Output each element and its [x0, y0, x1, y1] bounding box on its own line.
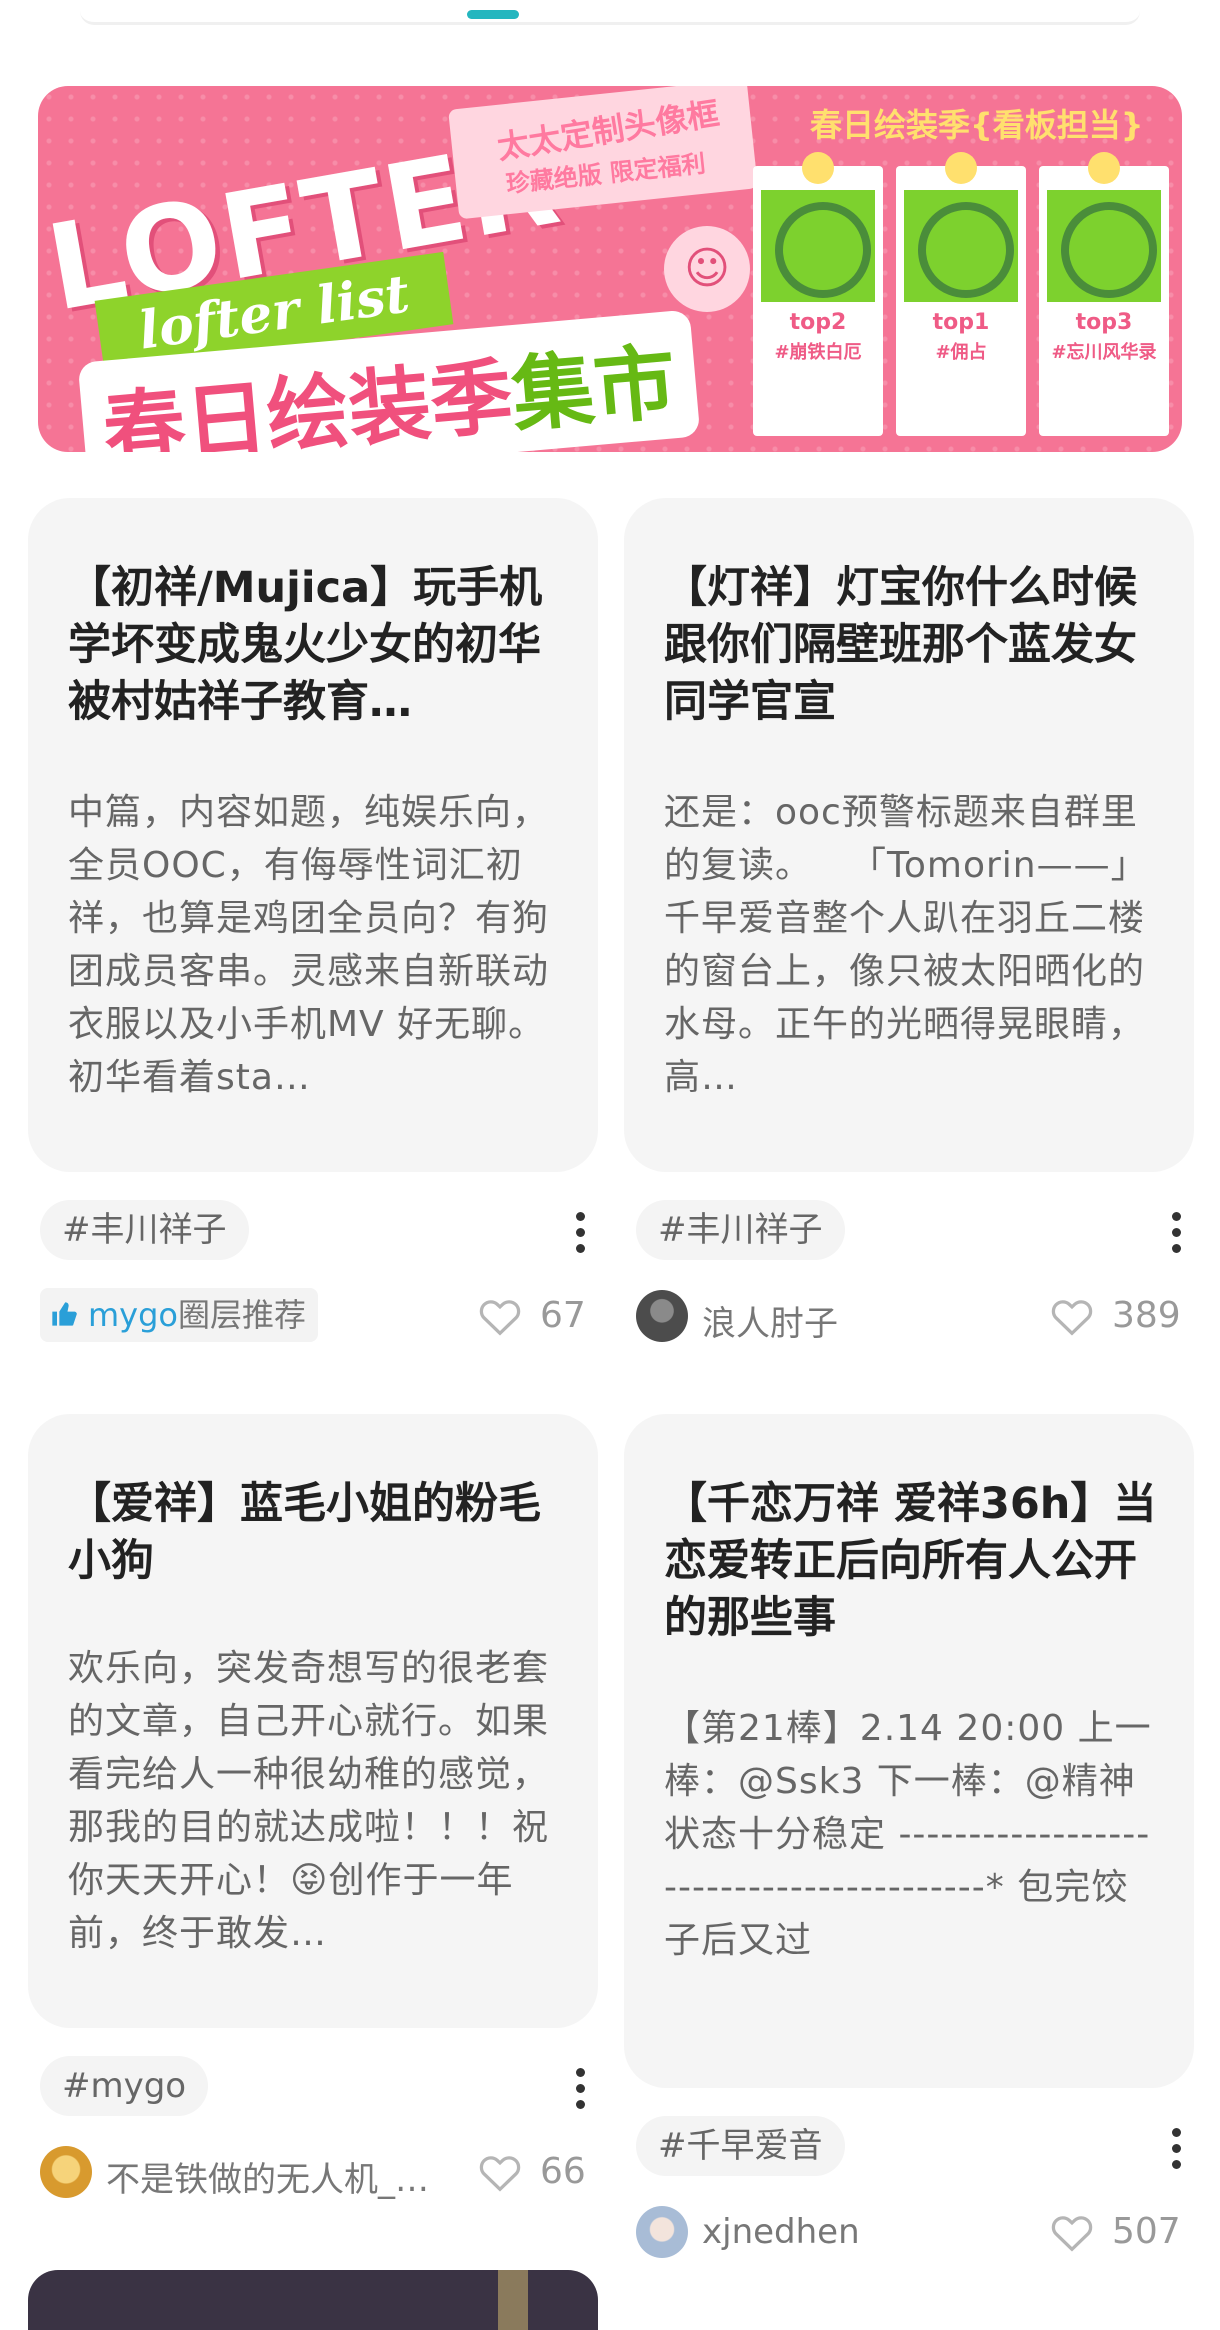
post-excerpt: 【第21棒】2.14 20:00 上一棒：@Ssk3 下一棒：@精神状态十分稳定…: [664, 1708, 1152, 1961]
pin-icon: [945, 152, 977, 184]
like-button[interactable]: 67: [478, 1288, 598, 1344]
recommend-badge: mygo圈层推荐: [40, 1288, 319, 1342]
avatar-frame-image: [761, 190, 875, 302]
banner-market-title-green: 集市: [508, 335, 680, 445]
frame-credit: @段首缩进2字符少侠: [1043, 388, 1165, 420]
like-button[interactable]: 389: [1050, 1288, 1200, 1344]
post-excerpt: 欢乐向，突发奇想写的很老套的文章，自己开心就行。如果看完给人一种很幼稚的感觉，那…: [68, 1648, 550, 1954]
author-row[interactable]: 浪人肘子: [636, 1288, 1016, 1344]
heart-icon: [479, 2156, 521, 2192]
post-title: 【灯祥】灯宝你什么时候跟你们隔壁班那个蓝发女同学官宣: [664, 563, 1137, 727]
post-title: 【爱祥】蓝毛小姐的粉毛小狗: [68, 1479, 541, 1586]
recommend-label: 圈层推荐: [178, 1296, 307, 1334]
banner-market-title-pink: 春日绘装季: [99, 349, 517, 452]
post-card[interactable]: 【初祥/Mujica】玩手机学坏变成鬼火少女的初华被村姑祥子教育… 中篇，内容如…: [28, 498, 598, 1172]
avatar[interactable]: [40, 2146, 92, 2198]
top-tab-bar-edge: [80, 0, 1140, 25]
frame-card-top2: top2 #崩铁白厄 @伊泠: [753, 152, 883, 436]
next-post-card-image[interactable]: [28, 2270, 598, 2330]
avatar[interactable]: [636, 2206, 688, 2258]
topic-tag[interactable]: #丰川祥子: [40, 1200, 249, 1260]
frame-credit: @伊泠: [797, 388, 839, 404]
topic-tag[interactable]: #丰川祥子: [636, 1200, 845, 1260]
author-row[interactable]: xjnedhen: [636, 2204, 1016, 2260]
author-name: 不是铁做的无人机_…: [106, 2160, 429, 2200]
avatar-frame-image: [904, 190, 1018, 302]
post-excerpt: 中篇，内容如题，纯娱乐向，全员OOC，有侮辱性词汇初祥，也算是鸡团全员向？有狗团…: [68, 792, 550, 1098]
like-count: 507: [1112, 2211, 1181, 2252]
topic-tag[interactable]: #千早爱音: [636, 2116, 845, 2176]
frame-name: #崩铁白厄: [774, 342, 862, 363]
post-card[interactable]: 【千恋万祥 爱祥36h】当恋爱转正后向所有人公开的那些事 【第21棒】2.14 …: [624, 1414, 1194, 2088]
like-count: 67: [540, 1295, 586, 1336]
more-options-icon[interactable]: [1166, 2124, 1186, 2172]
heart-icon: [1051, 1300, 1093, 1336]
frame-card-top3: top3 #忘川风华录 @段首缩进2字符少侠: [1039, 152, 1169, 436]
like-button[interactable]: 507: [1050, 2204, 1200, 2260]
more-options-icon[interactable]: [570, 2064, 590, 2112]
post-title: 【千恋万祥 爱祥36h】当恋爱转正后向所有人公开的那些事: [664, 1479, 1157, 1643]
author-name: xjnedhen: [702, 2212, 860, 2252]
avatar[interactable]: [636, 1290, 688, 1342]
heart-icon: [1051, 2216, 1093, 2252]
thumbs-up-icon: [52, 1302, 77, 1326]
avatar-frame-image: [1047, 190, 1161, 302]
author-name: 浪人肘子: [702, 1304, 838, 1344]
post-title: 【初祥/Mujica】玩手机学坏变成鬼火少女的初华被村姑祥子教育…: [68, 563, 543, 727]
post-card[interactable]: 【爱祥】蓝毛小姐的粉毛小狗 欢乐向，突发奇想写的很老套的文章，自己开心就行。如果…: [28, 1414, 598, 2028]
like-count: 389: [1112, 1295, 1181, 1336]
active-tab-indicator: [467, 10, 519, 19]
more-options-icon[interactable]: [570, 1208, 590, 1256]
recommend-circle: mygo: [88, 1296, 178, 1334]
frame-rank: top3: [1075, 310, 1133, 335]
frame-rank: top2: [789, 310, 847, 335]
like-count: 66: [540, 2151, 586, 2192]
pin-icon: [1088, 152, 1120, 184]
author-row[interactable]: 不是铁做的无人机_…: [40, 2144, 460, 2200]
banner-board-title: 春日绘装季{看板担当}: [810, 106, 1144, 144]
post-excerpt: 还是：ooc预警标题来自群里的复读。 「Tomorin——」 千早爱音整个人趴在…: [664, 792, 1158, 1098]
promo-banner[interactable]: LOFTER 太太定制头像框 珍藏绝版 限定福利 lofter list 春日绘…: [38, 86, 1182, 452]
frame-name: #佣占: [935, 342, 987, 363]
frame-credit: @集总是想摸鱼: [912, 388, 1010, 404]
recommend-row[interactable]: mygo圈层推荐: [40, 1288, 340, 1344]
frame-name: #忘川风华录: [1051, 342, 1157, 363]
more-options-icon[interactable]: [1166, 1208, 1186, 1256]
smiley-flower-icon: ☺: [664, 226, 750, 312]
topic-tag[interactable]: #mygo: [40, 2056, 209, 2116]
pin-icon: [802, 152, 834, 184]
like-button[interactable]: 66: [478, 2144, 598, 2200]
post-card[interactable]: 【灯祥】灯宝你什么时候跟你们隔壁班那个蓝发女同学官宣 还是：ooc预警标题来自群…: [624, 498, 1194, 1172]
frame-card-top1: top1 #佣占 @集总是想摸鱼: [896, 152, 1026, 436]
heart-icon: [479, 1300, 521, 1336]
frame-rank: top1: [932, 310, 990, 335]
